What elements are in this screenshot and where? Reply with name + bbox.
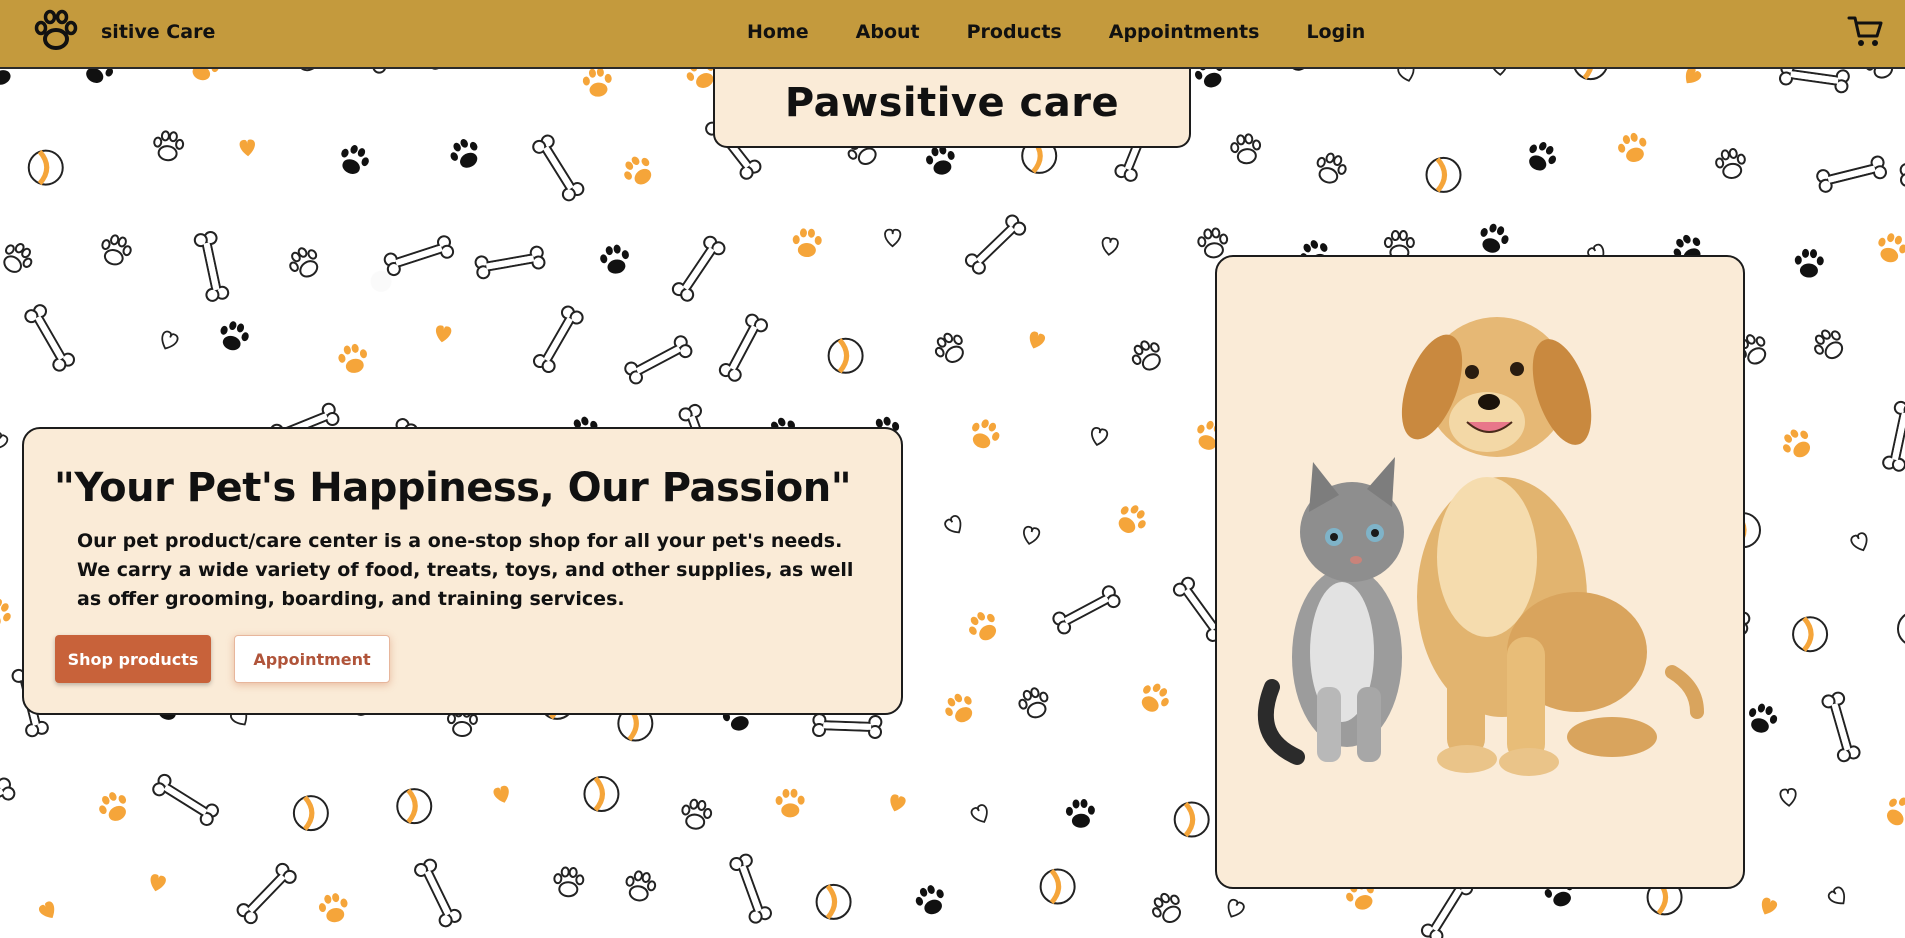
nav-link-home[interactable]: Home [747,21,809,43]
kitten-illustration [1257,457,1404,765]
brand-name[interactable]: sitive Care [101,21,215,43]
puppy-illustration [1401,317,1704,776]
hero-card: "Your Pet's Happiness, Our Passion" Our … [22,427,903,715]
shop-products-button[interactable]: Shop products [55,635,211,683]
hero-description: Our pet product/care center is a one-sto… [77,530,854,610]
page-title: Pawsitive care [784,79,1120,126]
nav-link-appointments[interactable]: Appointments [1109,21,1260,43]
appointment-button[interactable]: Appointment [234,635,390,683]
paw-icon[interactable] [32,8,80,56]
navbar: sitive Care Home About Products Appointm… [0,0,1905,69]
nav-link-products[interactable]: Products [967,21,1062,43]
title-banner: Pawsitive care [713,69,1191,148]
cart-icon[interactable] [1847,14,1883,48]
main-nav: Home About Products Appointments Login [747,21,1412,43]
nav-link-about[interactable]: About [856,21,920,43]
nav-link-login[interactable]: Login [1306,21,1365,43]
hero-heading: "Your Pet's Happiness, Our Passion" [54,465,852,511]
puppy-and-kitten-illustration [1257,317,1704,776]
hero-image-card [1215,255,1745,889]
